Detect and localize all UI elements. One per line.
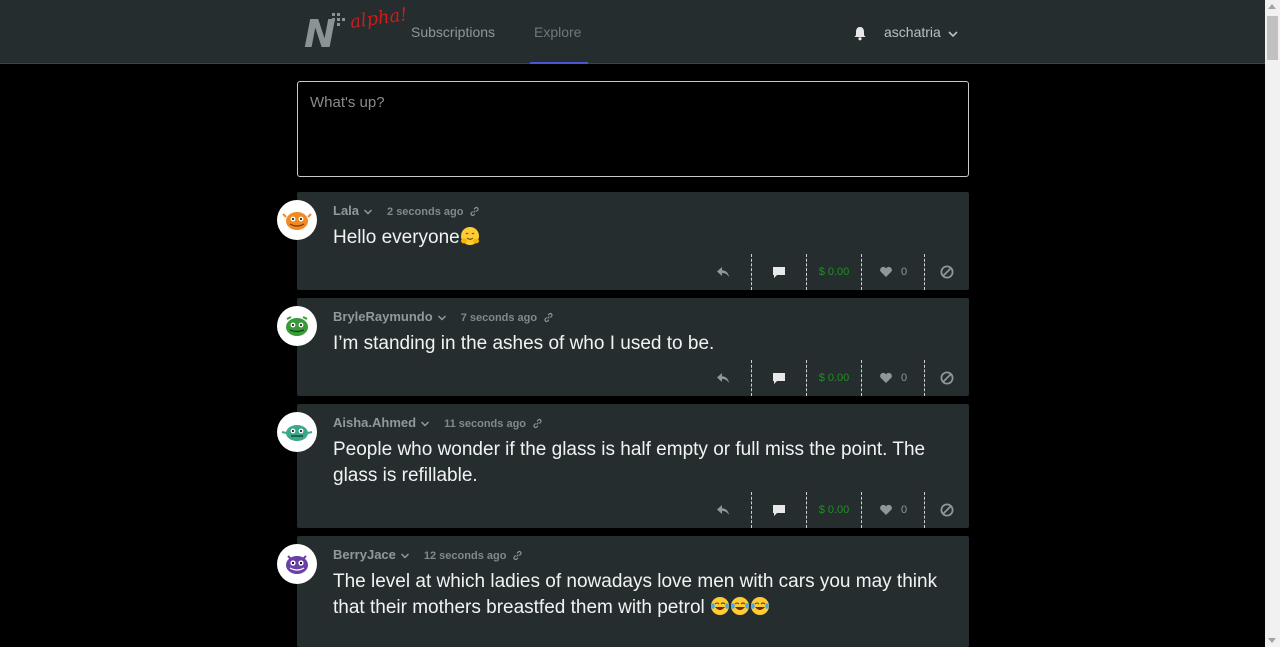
compose-input[interactable] bbox=[297, 81, 969, 177]
heart-icon bbox=[880, 266, 892, 277]
avatar[interactable] bbox=[277, 200, 317, 240]
logo-dots bbox=[332, 13, 346, 27]
tip-button[interactable]: $ 0.00 bbox=[807, 254, 861, 290]
scroll-up-arrow-icon[interactable] bbox=[1268, 4, 1276, 9]
block-icon bbox=[940, 265, 954, 279]
avatar-image bbox=[281, 425, 313, 441]
post-meta: Aisha.Ahmed 11 seconds ago bbox=[333, 415, 543, 431]
block-button[interactable] bbox=[925, 492, 969, 528]
heart-icon bbox=[880, 504, 892, 515]
post-username[interactable]: Lala bbox=[333, 203, 359, 218]
comment-button[interactable] bbox=[752, 254, 806, 290]
post-text-content: The level at which ladies of nowadays lo… bbox=[333, 571, 938, 618]
link-icon[interactable] bbox=[532, 418, 543, 429]
post-timestamp[interactable]: 11 seconds ago bbox=[444, 418, 526, 430]
avatar[interactable] bbox=[277, 412, 317, 452]
scrollbar[interactable] bbox=[1265, 0, 1280, 647]
post-username[interactable]: BryleRaymundo bbox=[333, 309, 433, 324]
block-icon bbox=[940, 503, 954, 517]
block-button[interactable] bbox=[925, 360, 969, 396]
bell-icon[interactable] bbox=[853, 26, 867, 41]
chevron-down-icon[interactable] bbox=[437, 314, 447, 322]
top-navbar: N alpha! Subscriptions Explore aschatria bbox=[0, 0, 1265, 64]
like-button[interactable]: 0 bbox=[862, 492, 924, 528]
tab-subscriptions[interactable]: Subscriptions bbox=[411, 24, 495, 40]
tip-button[interactable]: $ 0.00 bbox=[807, 360, 861, 396]
avatar-image bbox=[286, 555, 308, 574]
post-text: Hello everyone bbox=[333, 225, 943, 251]
comment-button[interactable] bbox=[752, 360, 806, 396]
avatar-image bbox=[286, 316, 308, 336]
app-logo[interactable]: N alpha! bbox=[304, 4, 409, 54]
tears-of-joy-emoji-icon bbox=[711, 597, 730, 615]
reply-icon bbox=[717, 373, 729, 383]
scroll-down-arrow-icon[interactable] bbox=[1268, 638, 1276, 643]
avatar[interactable] bbox=[277, 544, 317, 584]
chevron-down-icon[interactable] bbox=[947, 26, 959, 38]
link-icon[interactable] bbox=[469, 206, 480, 217]
post-username[interactable]: BerryJace bbox=[333, 547, 396, 562]
like-count: 0 bbox=[900, 266, 908, 278]
logo-alpha-badge: alpha! bbox=[348, 4, 409, 33]
comment-icon bbox=[773, 504, 785, 516]
like-button[interactable]: 0 bbox=[862, 360, 924, 396]
tears-of-joy-emoji-icon bbox=[731, 597, 750, 615]
post-username[interactable]: Aisha.Ahmed bbox=[333, 415, 416, 430]
like-count: 0 bbox=[900, 372, 908, 384]
post-meta: Lala 2 seconds ago bbox=[333, 203, 480, 219]
post-card: Lala 2 seconds ago Hello everyone $ 0.00 … bbox=[277, 192, 969, 290]
post-card: BerryJace 12 seconds ago The level at whi… bbox=[277, 536, 969, 647]
post-meta: BryleRaymundo 7 seconds ago bbox=[333, 309, 554, 325]
user-menu[interactable]: aschatria bbox=[884, 24, 941, 40]
block-button[interactable] bbox=[925, 254, 969, 290]
link-icon[interactable] bbox=[512, 550, 523, 561]
comment-icon bbox=[773, 266, 785, 278]
link-icon[interactable] bbox=[543, 312, 554, 323]
post-actions: $ 0.00 0 bbox=[695, 254, 969, 290]
active-tab-indicator bbox=[530, 62, 588, 64]
post-timestamp[interactable]: 7 seconds ago bbox=[461, 312, 537, 324]
chevron-down-icon[interactable] bbox=[420, 420, 430, 428]
tip-button[interactable]: $ 0.00 bbox=[807, 492, 861, 528]
reply-icon bbox=[717, 505, 729, 515]
tab-explore[interactable]: Explore bbox=[534, 24, 581, 40]
comment-button[interactable] bbox=[752, 492, 806, 528]
post-text-content: Hello everyone bbox=[333, 227, 460, 248]
chevron-down-icon[interactable] bbox=[363, 208, 373, 216]
reply-button[interactable] bbox=[695, 254, 751, 290]
post-meta: BerryJace 12 seconds ago bbox=[333, 547, 523, 563]
reply-button[interactable] bbox=[695, 360, 751, 396]
post-actions: $ 0.00 0 bbox=[695, 492, 969, 528]
post-card: BryleRaymundo 7 seconds ago I’m standing … bbox=[277, 298, 969, 396]
reply-button[interactable] bbox=[695, 492, 751, 528]
heart-icon bbox=[880, 372, 892, 383]
avatar-image bbox=[282, 212, 312, 230]
hugging-face-emoji-icon bbox=[460, 227, 479, 245]
post-actions: $ 0.00 0 bbox=[695, 360, 969, 396]
post-card: Aisha.Ahmed 11 seconds ago People who won… bbox=[277, 404, 969, 528]
reply-icon bbox=[717, 267, 729, 277]
post-text: The level at which ladies of nowadays lo… bbox=[333, 569, 943, 621]
like-button[interactable]: 0 bbox=[862, 254, 924, 290]
like-count: 0 bbox=[900, 504, 908, 516]
comment-icon bbox=[773, 372, 785, 384]
tears-of-joy-emoji-icon bbox=[751, 597, 770, 615]
post-timestamp[interactable]: 2 seconds ago bbox=[387, 206, 463, 218]
post-timestamp[interactable]: 12 seconds ago bbox=[424, 550, 507, 562]
post-text: People who wonder if the glass is half e… bbox=[333, 439, 926, 486]
post-text: I’m standing in the ashes of who I used … bbox=[333, 333, 715, 354]
chevron-down-icon[interactable] bbox=[400, 552, 410, 560]
avatar[interactable] bbox=[277, 306, 317, 346]
scroll-thumb[interactable] bbox=[1267, 16, 1278, 60]
block-icon bbox=[940, 371, 954, 385]
